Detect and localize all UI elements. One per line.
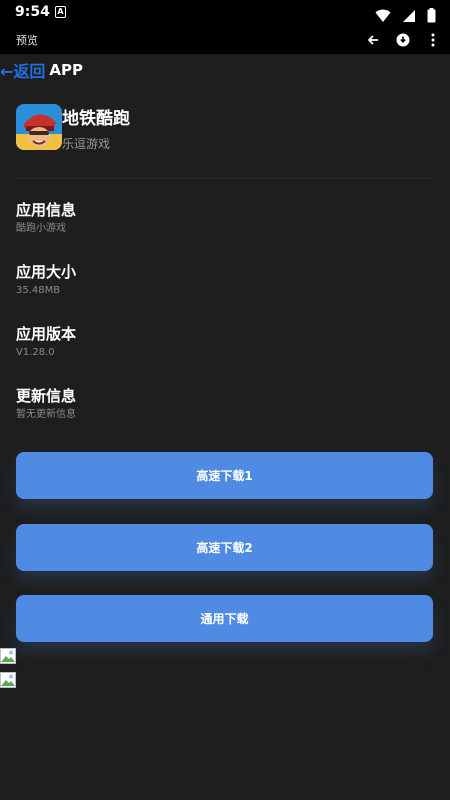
info-item-update-info: 更新信息 暂无更新信息 bbox=[16, 386, 416, 422]
info-value: 暂无更新信息 bbox=[16, 409, 76, 420]
download-icon[interactable] bbox=[393, 30, 413, 50]
nav-bar: ←返回 APP bbox=[0, 58, 83, 82]
browser-toolbar: 预览 bbox=[0, 26, 450, 54]
info-value: 酷跑小游戏 bbox=[16, 223, 66, 234]
info-item-app-size: 应用大小 35.48MB bbox=[16, 262, 416, 298]
info-label: 应用版本 bbox=[16, 325, 77, 343]
back-link[interactable]: ←返回 bbox=[0, 58, 45, 82]
page-title: APP bbox=[49, 61, 84, 79]
notification-app-icon: A bbox=[55, 6, 66, 18]
broken-image-icon bbox=[0, 672, 16, 688]
info-item-app-version: 应用版本 V1.28.0 bbox=[16, 324, 416, 360]
toolbar-title: 预览 bbox=[16, 34, 38, 47]
app-icon bbox=[16, 104, 62, 150]
status-time: 9:54 bbox=[15, 4, 50, 20]
general-download-button[interactable]: 通用下载 bbox=[16, 595, 433, 642]
signal-icon bbox=[402, 9, 415, 22]
info-label: 更新信息 bbox=[16, 387, 77, 405]
more-menu-icon[interactable] bbox=[423, 30, 443, 50]
divider bbox=[16, 178, 432, 179]
battery-icon bbox=[427, 8, 436, 23]
status-icons bbox=[369, 5, 436, 23]
back-arrow-icon[interactable] bbox=[363, 30, 383, 50]
status-bar: 9:54 A bbox=[0, 0, 450, 26]
info-label: 应用信息 bbox=[16, 201, 77, 219]
info-label: 应用大小 bbox=[16, 263, 77, 281]
app-developer: 乐逗游戏 bbox=[62, 137, 111, 151]
info-item-app-info: 应用信息 酷跑小游戏 bbox=[16, 200, 416, 236]
high-speed-download-2-button[interactable]: 高速下载2 bbox=[16, 524, 433, 571]
broken-image-icon bbox=[0, 648, 16, 664]
wifi-icon bbox=[375, 9, 391, 22]
app-name: 地铁酷跑 bbox=[62, 109, 130, 129]
app-header: 地铁酷跑 乐逗游戏 bbox=[16, 104, 436, 164]
high-speed-download-1-button[interactable]: 高速下载1 bbox=[16, 452, 433, 499]
info-value: 35.48MB bbox=[16, 285, 61, 296]
info-value: V1.28.0 bbox=[16, 347, 55, 358]
app-detail-page: ←返回 APP 地铁酷跑 乐逗游戏 应用信息 酷跑小游戏 应用大小 35.48M… bbox=[0, 54, 450, 800]
